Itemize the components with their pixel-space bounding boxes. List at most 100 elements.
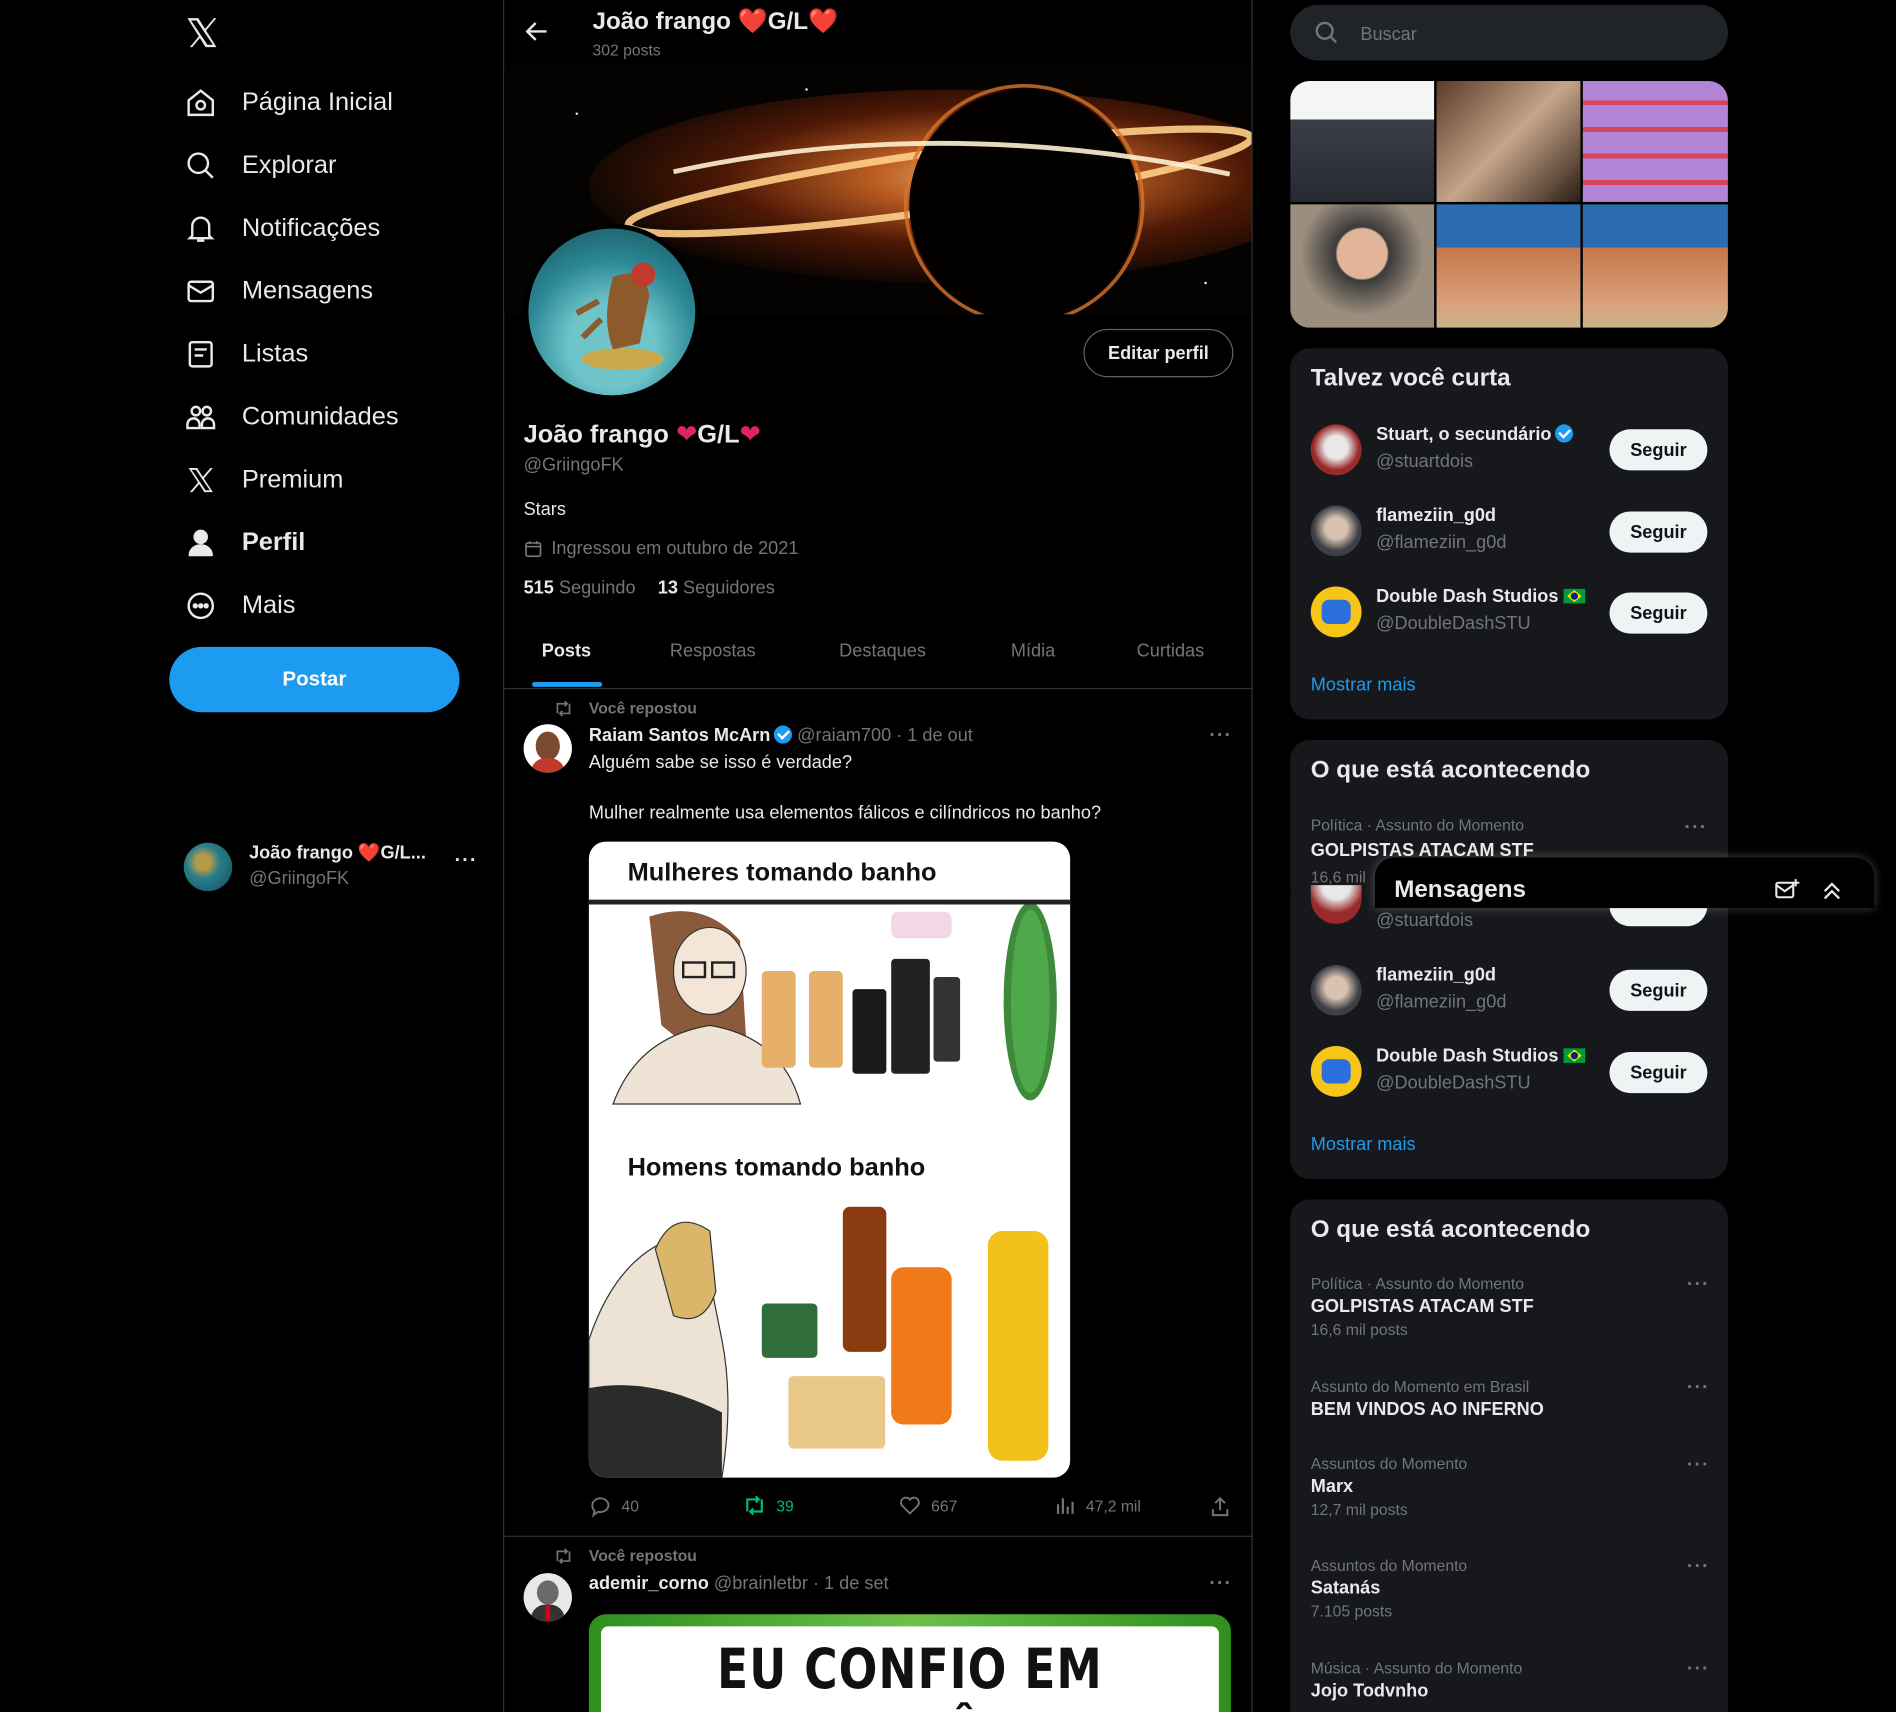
nav-explore[interactable]: Explorar (181, 141, 336, 189)
views-button[interactable]: 47,2 mil (1054, 1495, 1141, 1517)
nav-lists[interactable]: Listas (181, 330, 308, 378)
tab-likes[interactable]: Curtidas (1137, 641, 1205, 662)
trend-more-icon[interactable]: ··· (1684, 817, 1707, 839)
avatar[interactable] (523, 724, 572, 773)
trend-more-icon[interactable]: ··· (1687, 1556, 1710, 1578)
media-thumb[interactable] (1582, 81, 1728, 202)
x-logo-icon[interactable] (184, 15, 220, 51)
trend-item[interactable]: Música · Assunto do Momento Jojo Todvnho… (1311, 1659, 1710, 1701)
expand-up-icon[interactable] (1819, 877, 1846, 904)
tab-highlights[interactable]: Destaques (839, 641, 926, 662)
follow-button[interactable]: Seguir (1609, 429, 1708, 471)
trend-item[interactable]: Assuntos do Momento Satanás 7.105 posts … (1311, 1556, 1710, 1620)
retweet-button[interactable]: 39 (742, 1495, 794, 1517)
avatar[interactable] (1310, 505, 1362, 557)
avatar[interactable] (1310, 964, 1362, 1016)
profile-joined: Ingressou em outubro de 2021 (524, 538, 799, 559)
follow-button[interactable]: Seguir (1609, 592, 1708, 634)
nav-premium[interactable]: Premium (181, 456, 343, 504)
post-more-icon[interactable]: ··· (1209, 726, 1232, 748)
joined-text: Ingressou em outubro de 2021 (551, 538, 799, 559)
follow-button[interactable]: Seguir (1609, 511, 1708, 553)
post-button[interactable]: Postar (169, 646, 460, 713)
avatar[interactable] (1310, 586, 1362, 638)
profile-avatar[interactable] (523, 223, 701, 401)
trend-more-icon[interactable]: ··· (1687, 1377, 1710, 1399)
follow-button[interactable]: Seguir (1609, 969, 1708, 1011)
share-icon[interactable] (1209, 1496, 1231, 1518)
messages-drawer[interactable]: Mensagens (1374, 857, 1875, 909)
post-image[interactable]: EU CONFIO EM VOCÊ (588, 1614, 1231, 1712)
nav-home[interactable]: Página Inicial (181, 79, 393, 127)
followers-link[interactable]: 13 Seguidores (658, 578, 775, 599)
post-image[interactable]: Mulheres tomando banho Homens tomando ba… (588, 841, 1071, 1478)
edit-profile-button[interactable]: Editar perfil (1083, 328, 1234, 378)
back-arrow-icon[interactable] (522, 17, 551, 46)
header-post-count: 302 posts (592, 41, 661, 60)
image-caption: Mulheres tomando banho (627, 858, 937, 887)
trend-count: 7.105 posts (1310, 1602, 1393, 1621)
post-header: Raiam Santos McArn @raiam700 · 1 de out (589, 725, 973, 747)
nav-messages[interactable]: Mensagens (181, 267, 373, 315)
nav-profile[interactable]: Perfil (181, 519, 305, 567)
trend-title: Satanás (1310, 1578, 1381, 1599)
heart-outline-icon (900, 1496, 920, 1515)
suggestion-handle: @flameziin_g0d (1376, 991, 1507, 1013)
profile-bio: Stars (523, 499, 566, 520)
media-thumb[interactable] (1582, 204, 1728, 328)
nav-label: Mais (241, 591, 296, 620)
suggestion-name[interactable]: flameziin_g0d (1376, 965, 1496, 986)
bell-icon (181, 213, 220, 244)
new-message-icon[interactable] (1774, 877, 1801, 904)
tab-posts[interactable]: Posts (542, 641, 591, 662)
following-link[interactable]: 515 Seguindo (524, 578, 636, 599)
trend-item[interactable]: Assuntos do Momento Marx 12,7 mil posts … (1311, 1455, 1710, 1519)
card-title: O que está acontecendo (1310, 1216, 1591, 1244)
post-author[interactable]: ademir_corno (589, 1573, 709, 1594)
profile-name-text: João frango (523, 420, 669, 449)
suggestion-name[interactable]: Double Dash Studios (1376, 586, 1586, 607)
trend-more-icon[interactable]: ··· (1687, 1659, 1710, 1681)
nav-communities[interactable]: Comunidades (181, 393, 399, 441)
suggestion-name[interactable]: Stuart, o secundário (1376, 424, 1574, 445)
media-thumb[interactable] (1290, 81, 1435, 202)
trends-card: O que está acontecendo Política · Assunt… (1290, 1199, 1728, 1712)
post-author[interactable]: Raiam Santos McArn (589, 726, 770, 747)
media-thumb[interactable] (1436, 81, 1581, 202)
nav-more[interactable]: Mais (181, 582, 295, 630)
avatar[interactable] (523, 1573, 572, 1622)
trend-item[interactable]: Assunto do Momento em Brasil BEM VINDOS … (1311, 1377, 1710, 1419)
post-more-icon[interactable]: ··· (1209, 1573, 1232, 1595)
post-handle[interactable]: @raiam700 (797, 726, 891, 747)
avatar[interactable] (1310, 424, 1362, 476)
trend-meta: Política · Assunto do Momento (1310, 816, 1524, 835)
repost-label: Você repostou (588, 698, 697, 718)
suggestion-name[interactable]: Double Dash Studios (1376, 1046, 1586, 1067)
trend-more-icon[interactable]: ··· (1687, 1455, 1710, 1477)
post-handle[interactable]: @brainletbr (714, 1573, 808, 1594)
account-switcher[interactable]: João frango ❤️G/L... @GriingoFK ··· (181, 838, 483, 896)
media-grid[interactable] (1290, 81, 1728, 328)
search-input[interactable] (1357, 4, 1714, 63)
tab-media[interactable]: Mídia (1011, 641, 1055, 662)
reply-button[interactable]: 40 (589, 1495, 639, 1518)
suggestion-name[interactable]: flameziin_g0d (1376, 505, 1496, 526)
nav-label: Listas (241, 339, 309, 368)
avatar[interactable] (1310, 885, 1362, 924)
media-thumb[interactable] (1290, 204, 1435, 328)
more-dots-icon[interactable]: ··· (455, 850, 478, 872)
profile-handle: @GriingoFK (523, 454, 624, 476)
show-more-link[interactable]: Mostrar mais (1311, 675, 1416, 696)
show-more-link[interactable]: Mostrar mais (1311, 1134, 1416, 1155)
nav-notifications[interactable]: Notificações (181, 204, 380, 252)
trend-more-icon[interactable]: ··· (1687, 1274, 1710, 1296)
trend-item[interactable]: Política · Assunto do Momento GOLPISTAS … (1311, 1274, 1710, 1338)
tab-replies[interactable]: Respostas (670, 641, 756, 662)
avatar[interactable] (1310, 1045, 1362, 1097)
media-thumb[interactable] (1436, 204, 1581, 328)
post-time[interactable]: · 1 de set (813, 1573, 889, 1594)
search-box[interactable] (1290, 4, 1728, 63)
follow-button[interactable]: Seguir (1609, 1052, 1708, 1094)
post-time[interactable]: · 1 de out (896, 726, 973, 747)
like-button[interactable]: 667 (898, 1495, 957, 1517)
